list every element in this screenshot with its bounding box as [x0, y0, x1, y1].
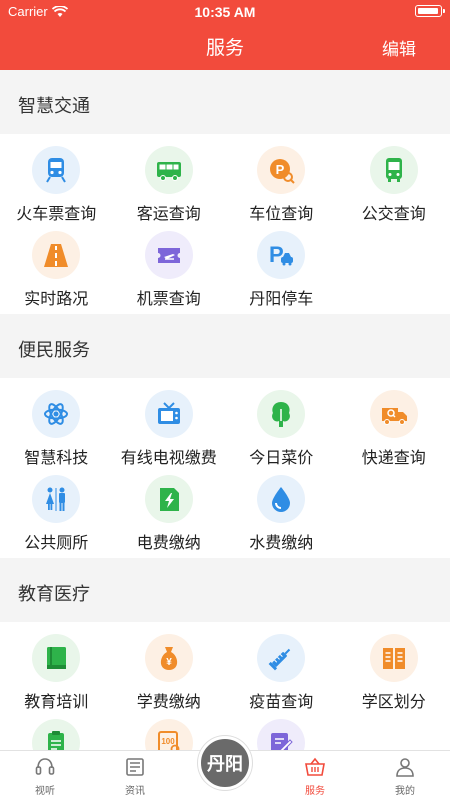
- service-label: 公共厕所: [24, 535, 89, 552]
- atom-icon: [32, 390, 81, 438]
- service-school-district[interactable]: 学区划分: [338, 630, 450, 715]
- bus-icon: [144, 146, 193, 194]
- parking-spot-icon: P: [257, 146, 306, 194]
- service-vegetable-price[interactable]: 今日菜价: [225, 386, 338, 471]
- road-icon: [32, 231, 81, 279]
- service-label: 客运查询: [136, 206, 201, 223]
- service-cable-tv[interactable]: 有线电视缴费: [113, 386, 226, 471]
- service-danyang-parking[interactable]: P 丹阳停车: [225, 227, 338, 312]
- tab-label: 服务: [305, 786, 325, 797]
- service-label: 丹阳停车: [249, 291, 314, 308]
- train-icon: [32, 146, 81, 194]
- service-label: 学区划分: [361, 694, 426, 711]
- center-logo-button[interactable]: 丹阳: [198, 736, 252, 790]
- app-header: Carrier 10:35 AM 服务 编辑: [0, 0, 450, 70]
- tab-mine[interactable]: 我的: [360, 751, 450, 800]
- service-label: 车位查询: [249, 206, 314, 223]
- section-traffic: 火车票查询 客运查询 P 车位查询 公交查询 实时路况 机票查询 P 丹阳停车: [0, 134, 450, 314]
- service-label: 教育培训: [24, 694, 89, 711]
- service-label: 智慧科技: [24, 450, 89, 467]
- flight-ticket-icon: [144, 231, 193, 279]
- battery-icon: [415, 5, 445, 17]
- tab-audio-visual[interactable]: 视听: [0, 751, 90, 800]
- service-parking-spot[interactable]: P 车位查询: [225, 142, 338, 227]
- tab-label: 视听: [35, 786, 55, 797]
- service-flight-ticket[interactable]: 机票查询: [113, 227, 226, 312]
- section-title-traffic: 智慧交通: [0, 70, 450, 134]
- service-express[interactable]: 快递查询: [338, 386, 450, 471]
- delivery-truck-icon: [369, 390, 418, 438]
- service-education-training[interactable]: 教育培训: [0, 630, 113, 715]
- service-item-clipboard[interactable]: [0, 715, 113, 750]
- book-icon: [32, 634, 81, 682]
- edit-button[interactable]: 编辑: [382, 35, 416, 60]
- section-title-education: 教育医疗: [0, 558, 450, 622]
- syringe-icon: [257, 634, 306, 682]
- tab-label: 资讯: [125, 786, 145, 797]
- service-label: 公交查询: [361, 206, 426, 223]
- water-drop-icon: [257, 475, 306, 523]
- service-label: 水费缴纳: [249, 535, 314, 552]
- status-bar: Carrier 10:35 AM: [0, 0, 450, 24]
- service-label: 快递查询: [361, 450, 426, 467]
- service-city-bus[interactable]: 公交查询: [338, 142, 450, 227]
- service-water[interactable]: 水费缴纳: [225, 471, 338, 556]
- score-100-icon: 100: [144, 719, 193, 750]
- service-train-ticket[interactable]: 火车票查询: [0, 142, 113, 227]
- parking-car-icon: P: [257, 231, 306, 279]
- clipboard-icon: [32, 719, 81, 750]
- tab-services[interactable]: 服务: [270, 751, 360, 800]
- service-label: 疫苗查询: [249, 694, 314, 711]
- service-electricity[interactable]: 电费缴纳: [113, 471, 226, 556]
- center-logo-text: 丹阳: [207, 754, 243, 774]
- status-time: 10:35 AM: [194, 4, 256, 20]
- svg-text:100: 100: [161, 737, 175, 746]
- city-bus-icon: [369, 146, 418, 194]
- service-public-toilet[interactable]: 公共厕所: [0, 471, 113, 556]
- service-label: 学费缴纳: [136, 694, 201, 711]
- svg-text:P: P: [276, 162, 285, 177]
- electricity-icon: [144, 475, 193, 523]
- section-convenience: 智慧科技 有线电视缴费 今日菜价 快递查询 公共厕所 电费缴纳 水费缴纳: [0, 378, 450, 558]
- section-title-convenience: 便民服务: [0, 314, 450, 378]
- vegetable-icon: [257, 390, 306, 438]
- tab-news[interactable]: 资讯: [90, 751, 180, 800]
- service-label: 电费缴纳: [136, 535, 201, 552]
- service-label: 实时路况: [24, 291, 89, 308]
- restroom-icon: [32, 475, 81, 523]
- service-vaccine[interactable]: 疫苗查询: [225, 630, 338, 715]
- service-smart-tech[interactable]: 智慧科技: [0, 386, 113, 471]
- basket-icon: [302, 754, 328, 780]
- services-content[interactable]: 智慧交通 火车票查询 客运查询 P 车位查询 公交查询 实时路况 机票查询 P …: [0, 70, 450, 750]
- news-icon: [122, 754, 148, 780]
- person-icon: [392, 754, 418, 780]
- service-coach[interactable]: 客运查询: [113, 142, 226, 227]
- service-label: 有线电视缴费: [120, 450, 217, 467]
- audio-visual-icon: [32, 754, 58, 780]
- svg-text:P: P: [269, 242, 284, 267]
- tv-icon: [144, 390, 193, 438]
- money-bag-icon: ¥: [144, 634, 193, 682]
- svg-text:¥: ¥: [166, 657, 172, 668]
- school-district-icon: [369, 634, 418, 682]
- section-education: 教育培训 ¥ 学费缴纳 疫苗查询 学区划分 100: [0, 622, 450, 750]
- service-tuition[interactable]: ¥ 学费缴纳: [113, 630, 226, 715]
- tab-label: 我的: [395, 786, 415, 797]
- edit-doc-icon: [257, 719, 306, 750]
- service-road-traffic[interactable]: 实时路况: [0, 227, 113, 312]
- service-label: 火车票查询: [16, 206, 97, 223]
- service-label: 机票查询: [136, 291, 201, 308]
- service-label: 今日菜价: [249, 450, 314, 467]
